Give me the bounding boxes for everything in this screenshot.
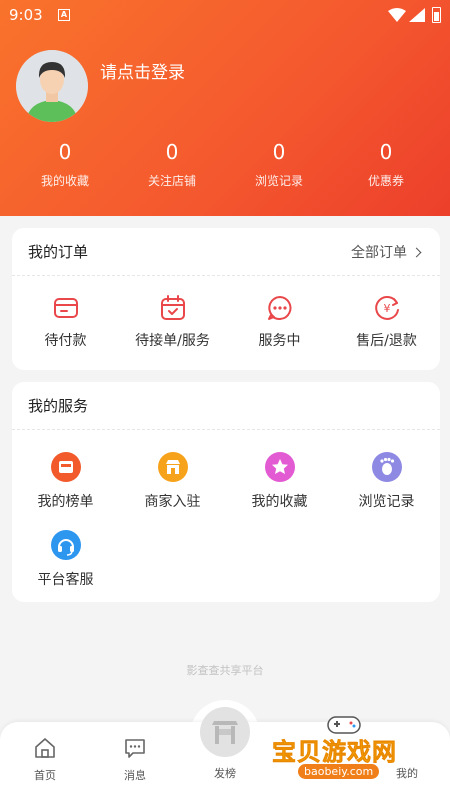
yuan-refund-icon: ¥ [374,296,399,320]
tab-label: 首页 [34,769,56,782]
stat-value: 0 [58,140,72,164]
wallet-icon [53,298,78,318]
stat-label: 关注店铺 [147,174,196,188]
star-icon [264,452,295,482]
order-pending-payment[interactable]: 待付款 [12,294,119,350]
service-customer-support[interactable]: 平台客服 [12,530,119,589]
watermark-title: 宝贝游戏网 [272,738,397,767]
headset-icon [50,530,81,560]
ranking-icon [50,452,81,482]
stat-favorites[interactable]: 0 我的收藏 [15,141,115,189]
services-title: 我的服务 [28,397,89,415]
stat-value: 0 [272,140,286,164]
stat-label: 浏览记录 [254,174,303,188]
calendar-check-icon [160,295,185,320]
orders-card: 我的订单 全部订单 待付款 待接单/服务 服务中 ¥ 售后/退款 [12,228,440,370]
battery-icon [432,7,441,23]
watermark-logo: 宝贝游戏网 baobeiy.com [272,714,422,784]
orders-title: 我的订单 [28,243,89,261]
stat-followed-shops[interactable]: 0 关注店铺 [122,141,222,189]
merchant-icon [157,452,188,482]
footprint-icon [371,452,402,482]
avatar[interactable] [16,50,88,122]
tab-messages[interactable]: 消息 [100,736,170,783]
profile-header: 9:03 A 请点击登录 0 我的收藏 0 关注店铺 0 浏览记录 0 优惠券 [0,0,450,216]
order-label: 售后/退款 [356,333,417,349]
service-label: 平台客服 [37,572,94,588]
stat-value: 0 [379,140,393,164]
order-after-sales[interactable]: ¥ 售后/退款 [333,294,440,350]
tab-home[interactable]: 首页 [10,736,80,783]
services-card: 我的服务 我的榜单 商家入驻 我的收藏 浏览记录 平台客服 [12,382,440,602]
order-awaiting-service[interactable]: 待接单/服务 [119,294,226,350]
service-merchant-join[interactable]: 商家入驻 [119,452,226,511]
platform-footer-text: 影查查共享平台 [186,664,264,677]
chat-dots-icon [267,296,291,320]
notification-icon: A [58,9,70,21]
service-favorites[interactable]: 我的收藏 [226,452,333,511]
stat-history[interactable]: 0 浏览记录 [229,141,329,189]
watermark-url: baobeiy.com [298,764,380,779]
home-icon [35,738,55,758]
default-avatar-icon [16,50,88,122]
stat-value: 0 [165,140,179,164]
svg-text:¥: ¥ [383,302,390,315]
publish-icon [212,721,238,744]
tab-label: 发榜 [214,767,236,780]
all-orders-label: 全部订单 [351,245,407,261]
order-label: 待付款 [44,333,87,349]
status-time: 9:03 [9,6,43,24]
all-orders-link[interactable]: 全部订单 [351,242,422,262]
stat-label: 我的收藏 [40,174,89,188]
status-bar: 9:03 A [0,0,450,32]
divider [12,429,440,430]
chevron-right-icon [411,247,422,258]
service-label: 我的榜单 [37,494,94,510]
order-label: 服务中 [258,333,301,349]
order-in-service[interactable]: 服务中 [226,294,333,350]
order-label: 待接单/服务 [135,333,210,349]
stat-label: 优惠券 [367,174,404,188]
tab-label: 消息 [124,769,146,782]
service-ranking[interactable]: 我的榜单 [12,452,119,511]
message-icon [125,739,145,758]
service-history[interactable]: 浏览记录 [333,452,440,511]
service-label: 我的收藏 [251,494,308,510]
service-label: 商家入驻 [144,494,201,510]
wifi-icon [388,8,406,22]
divider [12,275,440,276]
service-label: 浏览记录 [358,494,415,510]
signal-icon [409,8,425,22]
tab-publish[interactable] [200,707,250,757]
stat-coupons[interactable]: 0 优惠券 [336,141,436,189]
login-prompt[interactable]: 请点击登录 [100,58,185,83]
